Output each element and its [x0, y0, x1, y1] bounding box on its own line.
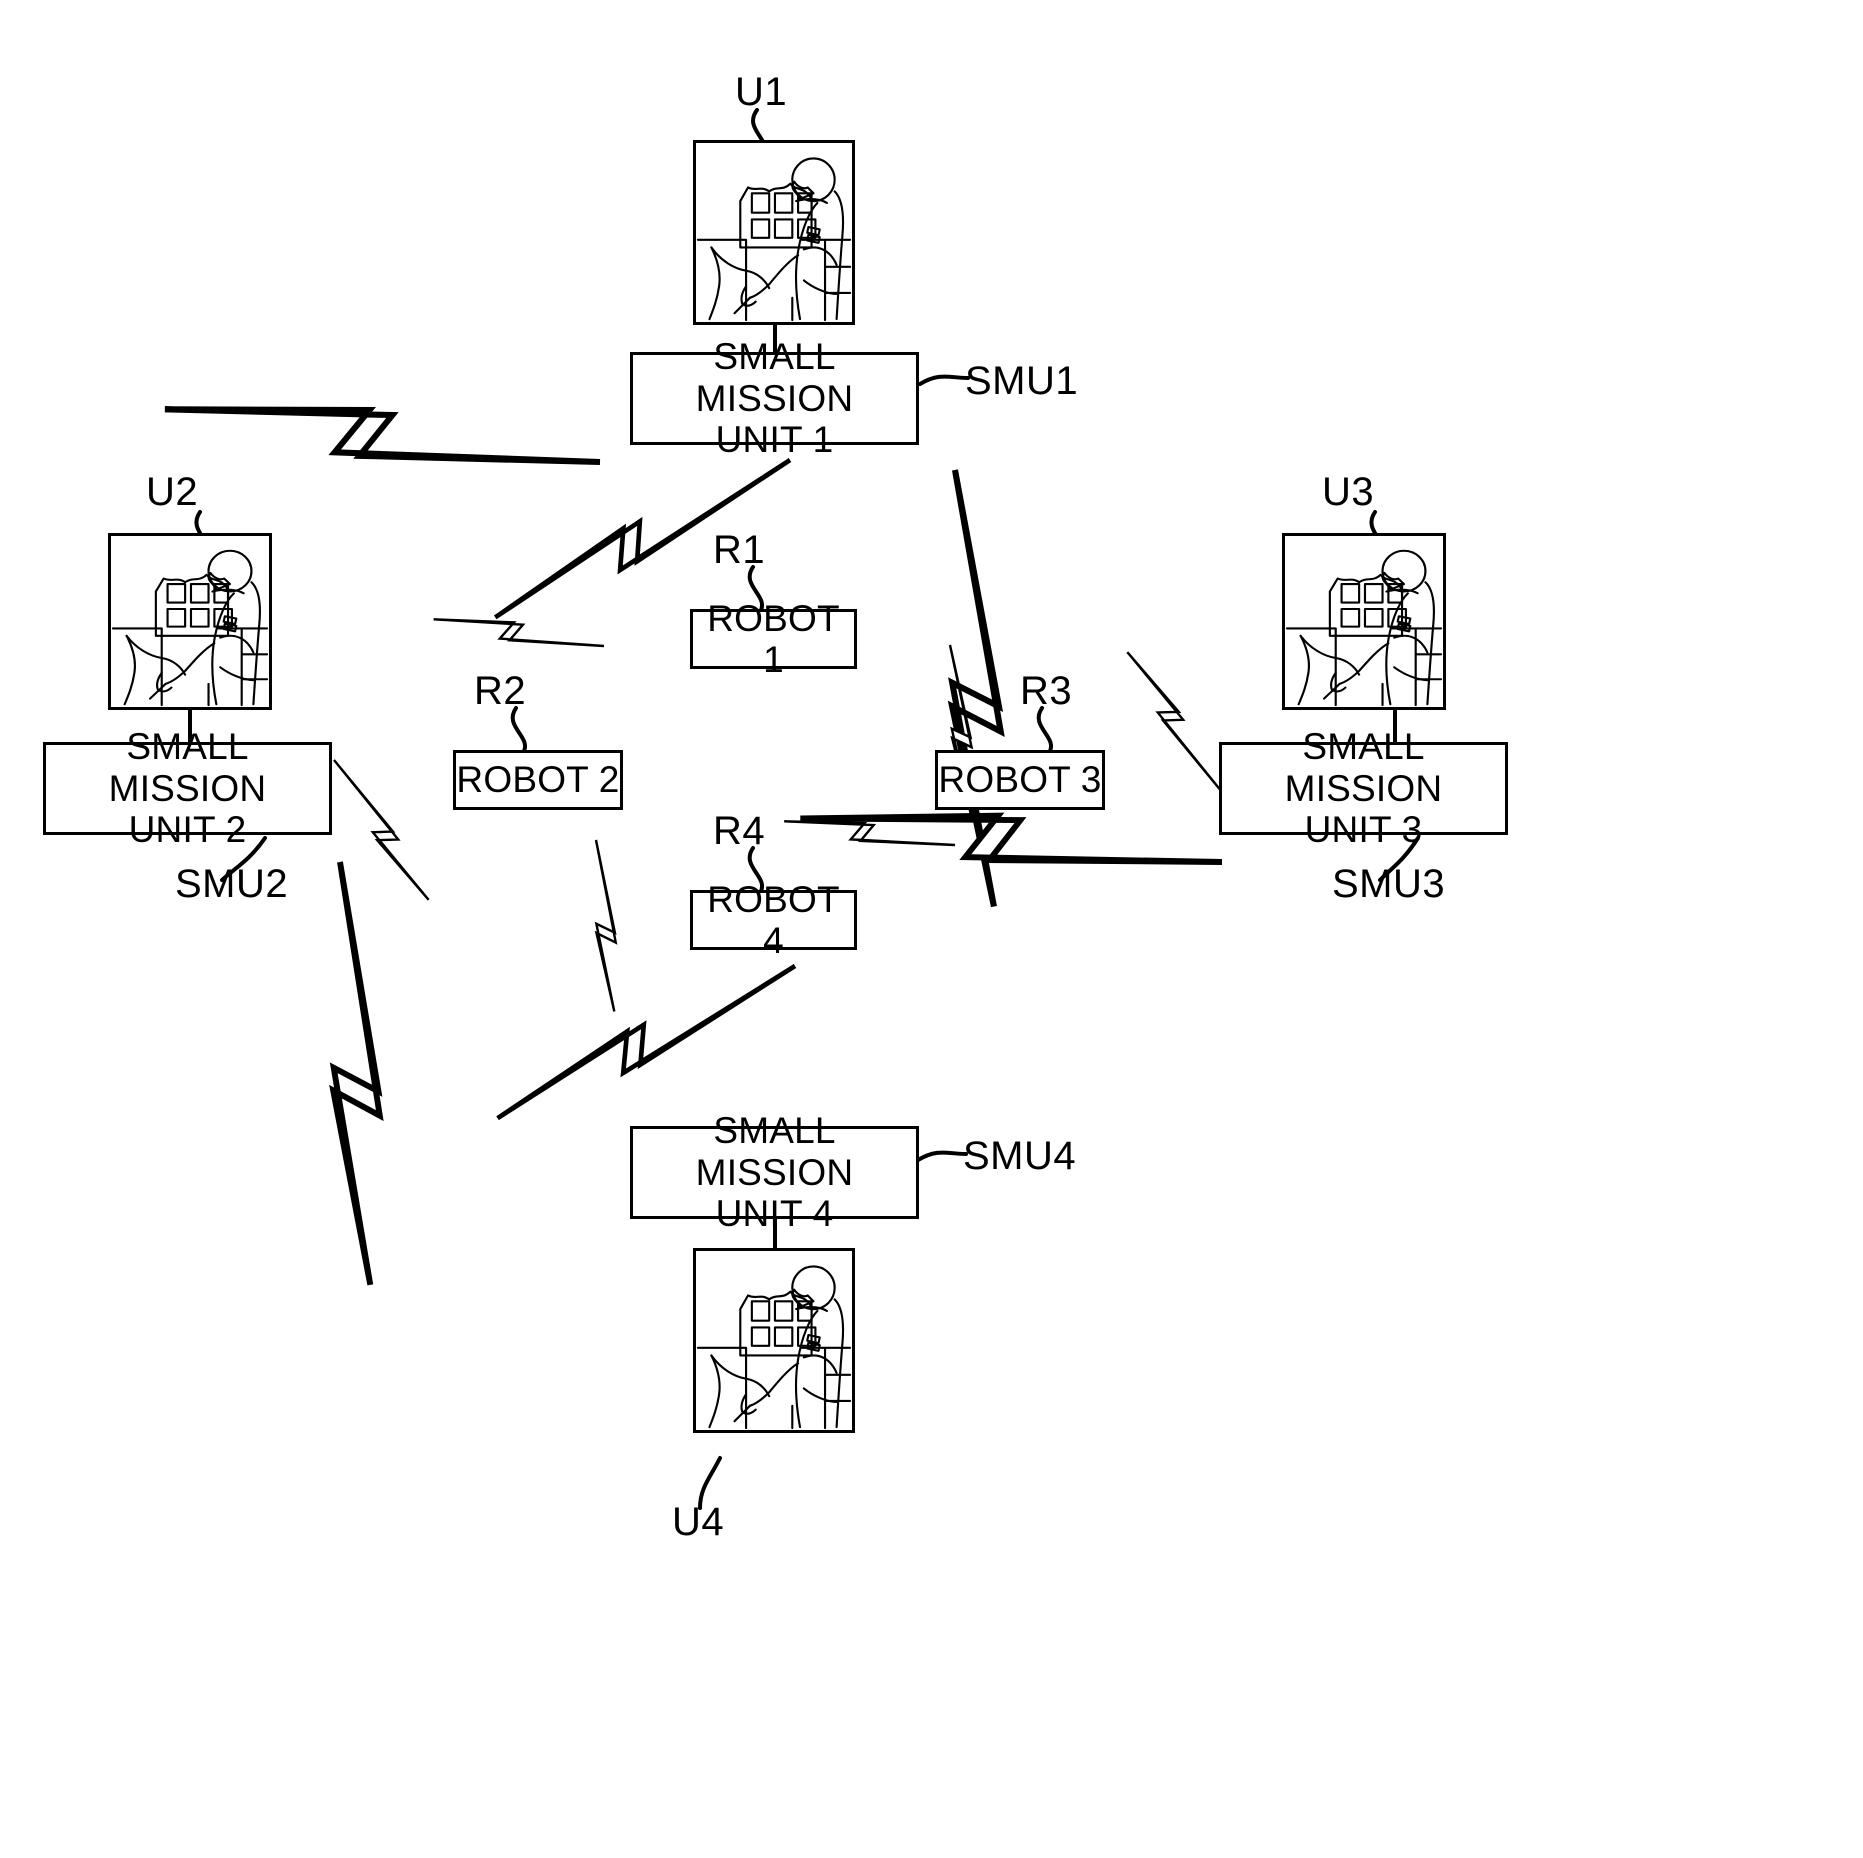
robot1-label: ROBOT 1 — [707, 597, 840, 680]
robot2-label: ROBOT 2 — [456, 759, 620, 801]
robot-3-box[interactable]: ROBOT 3 — [935, 750, 1105, 810]
reference-label-u1: U1 — [735, 70, 788, 114]
reference-label-r3: R3 — [1020, 669, 1073, 713]
patent-figure: U1 SMALL MISSION UNIT 1 SMU1 U2 SMALL MI… — [0, 0, 1863, 1858]
robot-4-box[interactable]: ROBOT 4 — [690, 879, 857, 961]
operator-icon-u3 — [1282, 533, 1446, 710]
smu2-label-line1: SMALL MISSION — [108, 726, 267, 809]
reference-label-r1: R1 — [713, 528, 766, 572]
bolt-smu2-r2 — [311, 758, 451, 901]
smu1-label-line1: SMALL MISSION — [695, 336, 854, 419]
small-mission-unit-4-box[interactable]: SMALL MISSION UNIT 4 — [630, 1110, 919, 1234]
reference-label-u4: U4 — [672, 1500, 725, 1544]
reference-label-smu3: SMU3 — [1332, 862, 1446, 906]
reference-label-smu1: SMU1 — [965, 359, 1079, 403]
bolt-smu2-r4 — [144, 862, 566, 1285]
reference-label-u3: U3 — [1322, 470, 1375, 514]
diagram-vector-layer — [0, 108, 1420, 1510]
small-mission-unit-1-box[interactable]: SMALL MISSION UNIT 1 — [630, 336, 919, 460]
reference-label-u2: U2 — [146, 470, 199, 514]
robot-1-box[interactable]: ROBOT 1 — [690, 598, 857, 680]
smu3-label-line1: SMALL MISSION — [1284, 726, 1443, 809]
small-mission-unit-2-box[interactable]: SMALL MISSION UNIT 2 — [43, 726, 332, 850]
reference-label-smu2: SMU2 — [175, 862, 289, 906]
smu4-label-line1: SMALL MISSION — [695, 1110, 854, 1193]
smu2-label-line2: UNIT 2 — [128, 809, 247, 851]
smu4-label-line2: UNIT 4 — [715, 1193, 834, 1235]
smu1-label-line2: UNIT 1 — [715, 419, 834, 461]
robot3-label: ROBOT 3 — [938, 759, 1102, 801]
operator-icon-u2 — [108, 533, 272, 710]
smu3-label-line2: UNIT 3 — [1304, 809, 1423, 851]
reference-label-smu4: SMU4 — [963, 1134, 1077, 1178]
operator-icon-u1 — [693, 140, 855, 325]
reference-label-r2: R2 — [474, 669, 527, 713]
reference-label-r4: R4 — [713, 809, 766, 853]
small-mission-unit-3-box[interactable]: SMALL MISSION UNIT 3 — [1219, 726, 1508, 850]
robot4-label: ROBOT 4 — [707, 878, 840, 961]
robot-2-box[interactable]: ROBOT 2 — [453, 750, 623, 810]
bolt-smu4-r2 — [518, 838, 692, 1013]
operator-icon-u4 — [693, 1248, 855, 1433]
